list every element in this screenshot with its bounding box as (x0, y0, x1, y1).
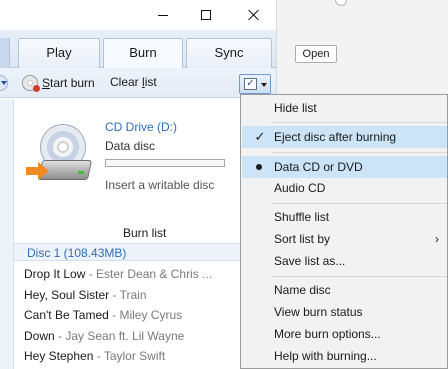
minimize-button[interactable] (140, 0, 186, 30)
check-icon: ✓ (254, 129, 266, 144)
maximize-button[interactable] (183, 0, 229, 30)
disc-header[interactable]: Disc 1 (108.43MB) (14, 243, 276, 261)
cd-drive-icon (26, 124, 98, 190)
maximize-icon (201, 10, 211, 20)
chevron-down-icon (261, 83, 267, 87)
radio-dot-icon (256, 164, 262, 170)
menu-item-data-cd[interactable]: Data CD or DVD (242, 156, 447, 178)
menu-item-sort-list-by[interactable]: Sort list by › (242, 228, 447, 250)
menu-separator (271, 203, 447, 204)
burn-disc-icon (22, 75, 40, 92)
menu-item-save-list-as[interactable]: Save list as... (242, 250, 447, 272)
disc-type-label: Data disc (105, 139, 156, 153)
media-player-window: Play Burn Sync Start burn Clear list CD … (0, 0, 276, 369)
menu-separator (271, 152, 447, 153)
menu-item-help-with-burning[interactable]: Help with burning... (242, 345, 447, 367)
menu-separator (271, 276, 447, 277)
chevron-right-icon: › (435, 232, 439, 246)
title-bar (0, 0, 276, 30)
tab-strip: Play Burn Sync (0, 30, 276, 69)
open-button[interactable]: Open (295, 45, 337, 63)
collapse-button[interactable] (0, 75, 8, 91)
chevron-down-icon (1, 81, 7, 85)
checkbox-icon: ✓ (244, 78, 257, 90)
list-item[interactable]: Can't Be Tamed - Miley Cyrus 3: (24, 305, 276, 325)
start-burn-label: Start burn (42, 76, 95, 90)
list-item[interactable]: Hey Stephen - Taylor Swift 4: (24, 346, 276, 366)
start-burn-button[interactable]: Start burn (22, 75, 95, 92)
menu-item-view-burn-status[interactable]: View burn status (242, 301, 447, 323)
insert-disc-message: Insert a writable disc (105, 178, 215, 192)
tab-play[interactable]: Play (18, 38, 100, 68)
list-item[interactable]: Drop It Low - Ester Dean & Chris ... 3: (24, 264, 276, 284)
close-icon (248, 9, 260, 21)
burn-list-title: Burn list (123, 226, 167, 240)
drive-name-link[interactable]: CD Drive (D:) (105, 120, 177, 134)
pane-stripe (0, 99, 14, 369)
menu-item-audio-cd[interactable]: Audio CD (242, 177, 447, 199)
menu-item-shuffle-list[interactable]: Shuffle list (242, 206, 447, 228)
drive-light (78, 171, 84, 174)
menu-item-name-disc[interactable]: Name disc (242, 279, 447, 301)
arrow-right-icon (26, 162, 50, 180)
tab-sync[interactable]: Sync (186, 38, 272, 68)
menu-item-hide-list[interactable]: Hide list (242, 97, 447, 119)
menu-separator (271, 122, 447, 123)
clear-list-button[interactable]: Clear list (110, 75, 157, 89)
burn-toolbar: Start burn Clear list (0, 68, 276, 98)
disc-space-bar (105, 159, 225, 167)
burn-options-button[interactable]: ✓ (239, 74, 271, 94)
disc-header-label: Disc 1 (108.43MB) (27, 246, 127, 260)
menu-item-eject-disc[interactable]: ✓ Eject disc after burning (242, 126, 447, 148)
minimize-icon (158, 14, 168, 16)
list-item[interactable]: Down - Jay Sean ft. Lil Wayne 3: (24, 326, 276, 346)
tab-burn[interactable]: Burn (103, 38, 183, 69)
tab-strip-edge (0, 38, 10, 68)
radio-icon[interactable] (335, 0, 347, 6)
close-button[interactable] (231, 0, 277, 30)
list-item[interactable]: Hey, Soul Sister - Train 3: (24, 285, 276, 305)
menu-item-more-burn-options[interactable]: More burn options... (242, 323, 447, 345)
burn-options-menu: Hide list ✓ Eject disc after burning Data… (240, 94, 448, 369)
